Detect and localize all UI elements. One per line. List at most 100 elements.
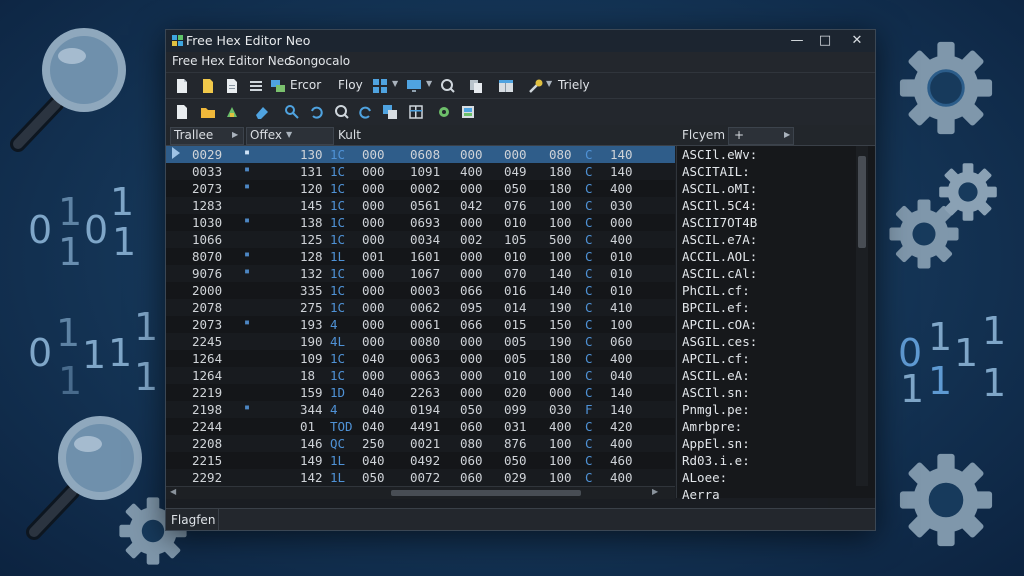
hex-cell[interactable]: 400 — [549, 419, 572, 434]
hex-cell[interactable]: C — [585, 317, 593, 332]
hex-cell[interactable]: 000 — [362, 300, 385, 315]
dropdown-caret-icon[interactable]: ▼ — [392, 79, 398, 88]
hex-cell[interactable]: 01 — [300, 419, 315, 434]
table-row[interactable]: 9076 ▪ 132 1C 000 1067 000 070 140 C 010 — [166, 265, 675, 282]
hex-cell[interactable]: 002 — [460, 232, 483, 247]
table-row[interactable]: 1066 125 1C 000 0034 002 105 500 C 400 — [166, 231, 675, 248]
hex-cell[interactable]: 0002 — [410, 181, 440, 196]
table-row[interactable]: 2292 142 1L 050 0072 060 029 100 C 400 — [166, 469, 675, 486]
hex-cell[interactable]: 000 — [460, 266, 483, 281]
hex-cell[interactable]: 120 — [300, 181, 323, 196]
hex-cell[interactable]: 040 — [362, 402, 385, 417]
hex-cell[interactable]: 010 — [610, 266, 633, 281]
hex-cell[interactable]: 000 — [460, 351, 483, 366]
hex-cell[interactable]: C — [585, 147, 593, 162]
maximize-button[interactable]: □ — [814, 32, 836, 50]
table-row[interactable]: 8070 ▪ 128 1L 001 1601 000 010 100 C 010 — [166, 248, 675, 265]
hex-cell[interactable]: 005 — [504, 351, 527, 366]
header-caret-icon[interactable]: ▶ — [232, 125, 238, 145]
hex-cell[interactable]: 1C — [330, 368, 345, 383]
ascii-row[interactable]: ASCIl.5C4: — [682, 198, 757, 213]
table-row[interactable]: 2219 159 1D 040 2263 000 020 000 C 140 — [166, 384, 675, 401]
tools-icon[interactable] — [528, 78, 544, 94]
hex-cell[interactable]: C — [585, 215, 593, 230]
table-row[interactable]: 2208 146 QC 250 0021 080 876 100 C 400 — [166, 435, 675, 452]
hex-cell[interactable]: 000 — [362, 283, 385, 298]
add-panel-icon[interactable]: + — [734, 125, 744, 145]
hex-cell[interactable]: 1L — [330, 470, 345, 485]
hex-cell[interactable]: 000 — [460, 249, 483, 264]
new-document-icon[interactable] — [174, 104, 190, 120]
folder-open-icon[interactable] — [200, 104, 216, 120]
hex-cell[interactable]: C — [585, 181, 593, 196]
hex-cell[interactable]: 400 — [610, 436, 633, 451]
hex-cell[interactable]: 100 — [549, 453, 572, 468]
hex-cell[interactable]: 190 — [549, 334, 572, 349]
column-header-trallee[interactable]: Trallee — [174, 125, 213, 145]
offset-cell[interactable]: 2208 — [192, 436, 222, 451]
hex-cell[interactable]: 066 — [460, 317, 483, 332]
hex-cell[interactable]: 2263 — [410, 385, 440, 400]
table-row[interactable]: 2244 01 TOD 040 4491 060 031 400 C 420 — [166, 418, 675, 435]
hex-cell[interactable]: 140 — [610, 164, 633, 179]
hex-cell[interactable]: 400 — [610, 351, 633, 366]
settings-icon[interactable] — [436, 104, 452, 120]
ascii-row[interactable]: ACCIL.AOL: — [682, 249, 757, 264]
hex-cell[interactable]: 000 — [362, 147, 385, 162]
new-file-icon[interactable] — [174, 78, 190, 94]
hex-cell[interactable]: C — [585, 351, 593, 366]
hex-cell[interactable]: 145 — [300, 198, 323, 213]
hex-cell[interactable]: 0693 — [410, 215, 440, 230]
hex-cell[interactable]: 040 — [362, 419, 385, 434]
hex-cell[interactable]: 0080 — [410, 334, 440, 349]
hex-cell[interactable]: 180 — [549, 164, 572, 179]
redo-icon[interactable] — [358, 104, 374, 120]
offset-cell[interactable]: 2000 — [192, 283, 222, 298]
hex-cell[interactable]: C — [585, 385, 593, 400]
close-button[interactable]: ✕ — [846, 32, 868, 50]
hex-cell[interactable]: 400 — [610, 181, 633, 196]
hex-cell[interactable]: 132 — [300, 266, 323, 281]
hex-cell[interactable]: 400 — [460, 164, 483, 179]
hex-cell[interactable]: 140 — [610, 385, 633, 400]
columns-icon[interactable] — [408, 104, 424, 120]
hex-cell[interactable]: 4 — [330, 317, 338, 332]
offset-cell[interactable]: 0029 — [192, 147, 222, 162]
ascii-row[interactable]: ASCIL.cAl: — [682, 266, 757, 281]
hex-cell[interactable]: 1L — [330, 249, 345, 264]
hex-cell[interactable]: 190 — [549, 300, 572, 315]
table-row[interactable]: 0029 ▪ 130 1C 000 0608 000 000 080 C 140 — [166, 146, 675, 163]
scroll-thumb[interactable] — [858, 156, 866, 248]
ascii-row[interactable]: ASCIL.oMI: — [682, 181, 757, 196]
hex-cell[interactable]: C — [585, 368, 593, 383]
dropdown-caret-icon[interactable]: ▼ — [546, 79, 552, 88]
ascii-row[interactable]: Rd03.i.e: — [682, 453, 750, 468]
hex-cell[interactable]: 000 — [362, 334, 385, 349]
hex-cell[interactable]: 1C — [330, 164, 345, 179]
hex-cell[interactable]: 0561 — [410, 198, 440, 213]
eraser-icon[interactable] — [254, 104, 270, 120]
hex-cell[interactable]: 0063 — [410, 368, 440, 383]
hex-cell[interactable]: 4491 — [410, 419, 440, 434]
hex-cell[interactable]: 138 — [300, 215, 323, 230]
hex-cell[interactable]: 1601 — [410, 249, 440, 264]
ascii-row[interactable]: ASCIL.e7A: — [682, 232, 757, 247]
ascii-row[interactable]: ASCIL.eA: — [682, 368, 750, 383]
ascii-row[interactable]: APCIL.cOA: — [682, 317, 757, 332]
hex-cell[interactable]: 095 — [460, 300, 483, 315]
hex-cell[interactable]: C — [585, 300, 593, 315]
hex-cell[interactable]: 050 — [504, 453, 527, 468]
hex-cell[interactable]: 1C — [330, 181, 345, 196]
offset-cell[interactable]: 1066 — [192, 232, 222, 247]
hex-cell[interactable]: 0194 — [410, 402, 440, 417]
hex-cell[interactable]: 080 — [460, 436, 483, 451]
hex-cell[interactable]: 0021 — [410, 436, 440, 451]
hex-cell[interactable]: 1L — [330, 453, 345, 468]
offset-cell[interactable]: 2215 — [192, 453, 222, 468]
hex-cell[interactable]: 420 — [610, 419, 633, 434]
hex-cell[interactable]: 1C — [330, 300, 345, 315]
hex-cell[interactable]: 150 — [549, 317, 572, 332]
hex-cell[interactable]: 105 — [504, 232, 527, 247]
ascii-row[interactable]: ASCII7OT4B — [682, 215, 757, 230]
monitor-icon[interactable] — [406, 78, 422, 94]
